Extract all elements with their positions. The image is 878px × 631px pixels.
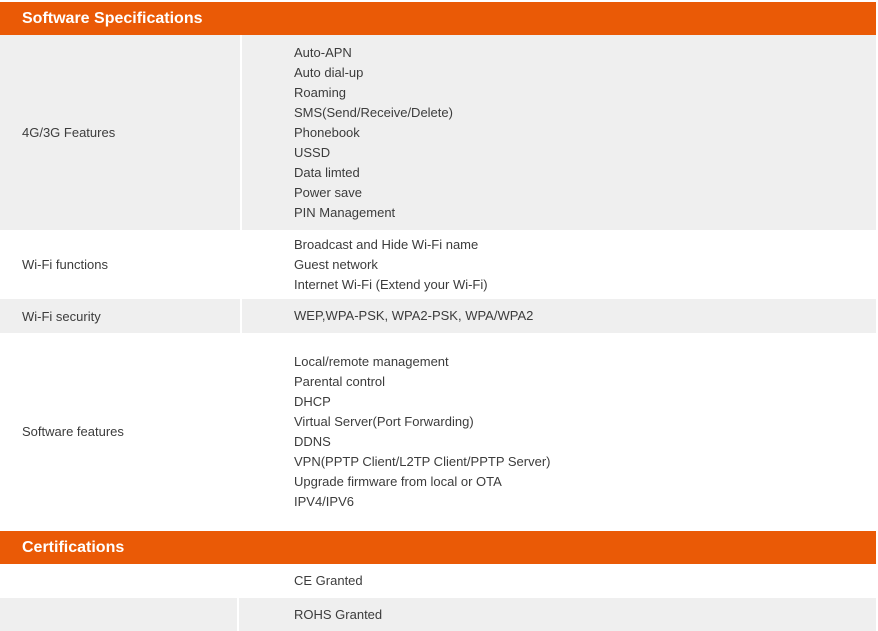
spec-item: SMS(Send/Receive/Delete) — [294, 104, 453, 120]
spec-row-wifi-functions: Wi-Fi functions Broadcast and Hide Wi-Fi… — [0, 230, 876, 299]
spec-item: Local/remote management — [294, 353, 449, 369]
spec-item: Parental control — [294, 373, 386, 389]
spec-item: Guest network — [294, 256, 378, 272]
certifications-header: Certifications — [0, 531, 876, 564]
spec-row-wifi-security: Wi-Fi security WEP,WPA-PSK, WPA2-PSK, WP… — [0, 299, 876, 333]
spec-values: Local/remote management Parental control… — [294, 333, 550, 530]
spec-item: Broadcast and Hide Wi-Fi name — [294, 236, 479, 252]
spec-item: Data limted — [294, 164, 360, 180]
spec-item: WEP,WPA-PSK, WPA2-PSK, WPA/WPA2 — [294, 308, 534, 323]
column-divider — [237, 598, 239, 631]
spec-item: USSD — [294, 144, 331, 160]
cert-item: ROHS Granted — [294, 606, 383, 622]
spec-item: Internet Wi-Fi (Extend your Wi-Fi) — [294, 276, 488, 292]
spec-item: DHCP — [294, 393, 331, 409]
software-specifications-header: Software Specifications — [0, 2, 876, 35]
spec-row-4g3g-features: 4G/3G Features Auto-APN Auto dial-up Roa… — [0, 35, 876, 230]
column-divider — [240, 299, 242, 333]
spec-label: 4G/3G Features — [22, 125, 116, 140]
spec-item: PIN Management — [294, 204, 396, 220]
cert-row-rohs: ROHS Granted — [0, 598, 876, 631]
spec-item: DDNS — [294, 433, 331, 449]
column-divider — [240, 35, 242, 230]
spec-sheet: Software Specifications 4G/3G Features A… — [0, 0, 878, 631]
spec-item: Power save — [294, 184, 362, 200]
spec-row-software-features: Software features Local/remote managemen… — [0, 333, 876, 530]
spec-label: Wi-Fi security — [22, 308, 101, 324]
cert-row-ce: CE Granted — [0, 564, 876, 598]
spec-item: Phonebook — [294, 124, 360, 140]
spec-label: Wi-Fi functions — [22, 257, 108, 272]
spec-item: Roaming — [294, 84, 347, 100]
spec-item: Upgrade firmware from local or OTA — [294, 473, 502, 489]
spec-values: Auto-APN Auto dial-up Roaming SMS(Send/R… — [294, 35, 453, 230]
spec-item: Virtual Server(Port Forwarding) — [294, 413, 474, 429]
spec-item: IPV4/IPV6 — [294, 493, 354, 509]
spec-label: Software features — [22, 424, 124, 439]
cert-values: ROHS Granted — [294, 598, 382, 631]
spec-values: Broadcast and Hide Wi-Fi name Guest netw… — [294, 230, 488, 299]
cert-item: CE Granted — [294, 573, 363, 588]
spec-item: Auto-APN — [294, 44, 352, 60]
cert-values: CE Granted — [294, 564, 363, 598]
spec-item: VPN(PPTP Client/L2TP Client/PPTP Server) — [294, 453, 551, 469]
spec-item: Auto dial-up — [294, 64, 364, 80]
spec-values: WEP,WPA-PSK, WPA2-PSK, WPA/WPA2 — [294, 299, 533, 333]
